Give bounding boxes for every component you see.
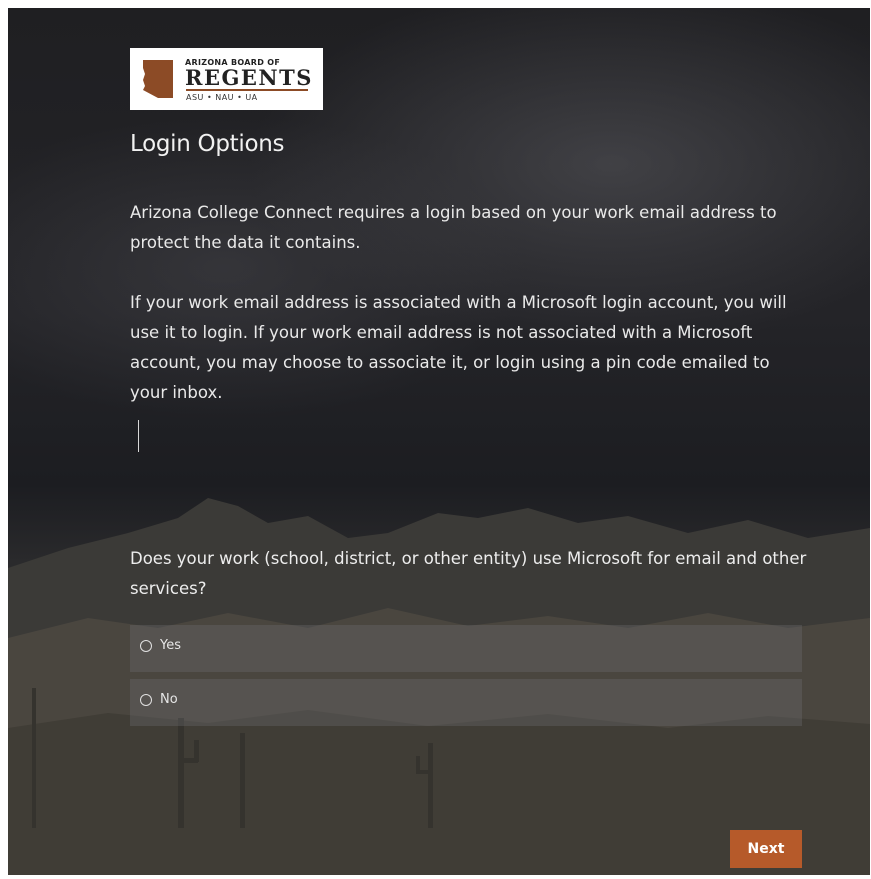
option-yes-label: Yes bbox=[160, 638, 181, 653]
arizona-state-outline-icon bbox=[143, 60, 173, 98]
intro-paragraph: Arizona College Connect requires a login… bbox=[130, 203, 777, 252]
page-title: Login Options bbox=[130, 131, 285, 157]
microsoft-question: Does your work (school, district, or oth… bbox=[130, 549, 807, 598]
radio-yes[interactable] bbox=[140, 640, 152, 652]
option-yes[interactable]: Yes bbox=[130, 625, 802, 672]
login-explanation-paragraph: If your work email address is associated… bbox=[130, 293, 787, 402]
logo-org-main-text: REGENTS bbox=[185, 65, 313, 90]
logo-divider bbox=[186, 89, 308, 91]
next-button[interactable]: Next bbox=[730, 830, 802, 868]
option-no-label: No bbox=[160, 692, 178, 707]
option-no[interactable]: No bbox=[130, 679, 802, 726]
radio-no[interactable] bbox=[140, 694, 152, 706]
text-cursor bbox=[138, 420, 139, 452]
logo-schools-text: ASU • NAU • UA bbox=[186, 93, 258, 102]
arizona-board-of-regents-logo: ARIZONA BOARD OF REGENTS ASU • NAU • UA bbox=[130, 48, 323, 110]
login-options-panel: ARIZONA BOARD OF REGENTS ASU • NAU • UA … bbox=[8, 8, 870, 875]
